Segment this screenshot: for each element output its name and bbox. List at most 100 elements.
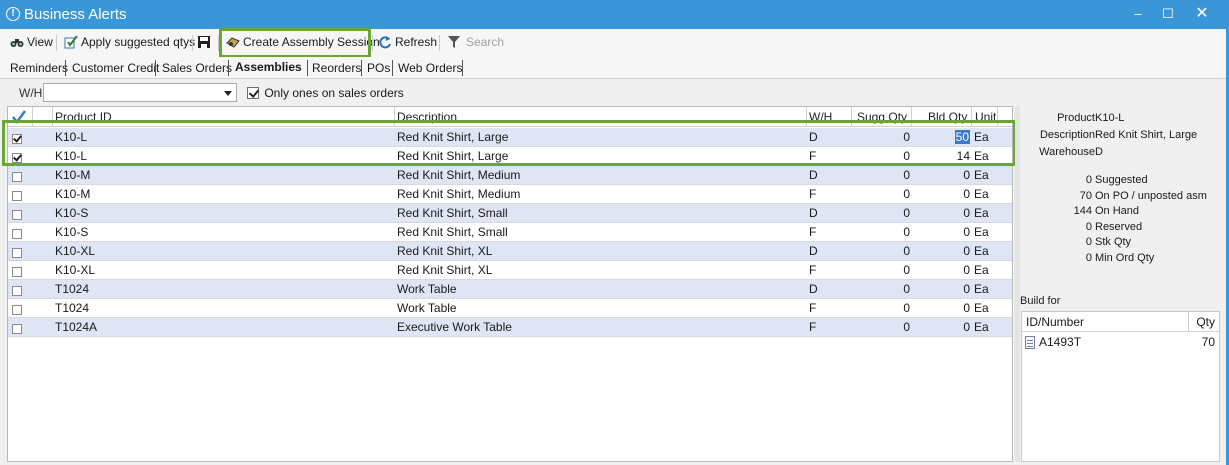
table-row[interactable]: T1024 Work Table F 0 0 Ea: [8, 299, 1012, 318]
sugg-qty-cell: 0: [903, 320, 910, 334]
detail-panel: Product K10-L Description Red Knit Shirt…: [1020, 106, 1229, 465]
checkbox[interactable]: [12, 247, 22, 258]
row-checkbox[interactable]: [12, 321, 22, 335]
table-row[interactable]: K10-XL Red Knit Shirt, XL D 0 0 Ea: [8, 242, 1012, 261]
only-sales-orders-checkbox[interactable]: [247, 86, 259, 99]
refresh-button[interactable]: Refresh: [377, 33, 437, 53]
bld-qty-cell[interactable]: 0: [914, 320, 970, 334]
table-row[interactable]: K10-M Red Knit Shirt, Medium D 0 0 Ea: [8, 166, 1012, 185]
wh-label: W/H: [19, 86, 43, 100]
save-button[interactable]: [196, 33, 210, 53]
tab-reminders[interactable]: Reminders: [7, 60, 71, 76]
tab-pos[interactable]: POs: [364, 60, 393, 76]
row-checkbox[interactable]: [12, 264, 22, 278]
bld-qty-value: 0: [963, 244, 970, 258]
table-row[interactable]: K10-S Red Knit Shirt, Small D 0 0 Ea: [8, 204, 1012, 223]
apply-label: Apply suggested qtys: [81, 35, 196, 49]
bld-qty-cell[interactable]: 0: [914, 206, 970, 220]
description-cell: Executive Work Table: [397, 320, 512, 334]
checkbox[interactable]: [12, 209, 22, 220]
filter-icon: [448, 36, 460, 48]
table-row[interactable]: K10-S Red Knit Shirt, Small F 0 0 Ea: [8, 223, 1012, 242]
window-title: Business Alerts: [24, 6, 127, 23]
row-checkbox[interactable]: [12, 302, 22, 316]
table-row[interactable]: T1024 Work Table D 0 0 Ea: [8, 280, 1012, 299]
row-checkbox[interactable]: [12, 226, 22, 240]
selected-rows-highlight: [2, 120, 1016, 166]
row-checkbox[interactable]: [12, 245, 22, 259]
table-row[interactable]: K10-M Red Knit Shirt, Medium F 0 0 Ea: [8, 185, 1012, 204]
bld-qty-cell[interactable]: 0: [914, 301, 970, 315]
build-for-row[interactable]: A1493T 70: [1022, 333, 1219, 352]
product-id-cell: T1024: [55, 282, 90, 296]
bld-qty-value: 0: [963, 187, 970, 201]
bld-qty-cell[interactable]: 0: [914, 282, 970, 296]
apply-suggested-button[interactable]: Apply suggested qtys: [63, 33, 195, 53]
sugg-qty-cell: 0: [903, 263, 910, 277]
close-button[interactable]: ✕: [1188, 4, 1216, 24]
checkbox[interactable]: [12, 323, 22, 334]
wh-cell: F: [809, 225, 817, 239]
bld-qty-cell[interactable]: 0: [914, 168, 970, 182]
description-cell: Red Knit Shirt, XL: [397, 263, 493, 277]
wh-cell: F: [809, 263, 817, 277]
tab-assemblies[interactable]: Assemblies: [232, 59, 305, 75]
minimize-button[interactable]: –: [1124, 4, 1152, 24]
table-row[interactable]: T1024A Executive Work Table F 0 0 Ea: [8, 318, 1012, 337]
sugg-qty-cell: 0: [903, 301, 910, 315]
product-id-cell: K10-S: [55, 206, 89, 220]
build-for-header: ID/Number Qty: [1022, 312, 1219, 332]
save-icon: [198, 36, 210, 48]
bld-qty-cell[interactable]: 0: [914, 187, 970, 201]
tab-customer-credit[interactable]: Customer Credit: [69, 60, 162, 76]
checkbox[interactable]: [12, 304, 22, 315]
warehouse-select[interactable]: [43, 83, 237, 102]
row-checkbox[interactable]: [12, 188, 22, 202]
checkbox[interactable]: [12, 285, 22, 296]
wh-cell: F: [809, 301, 817, 315]
checkbox[interactable]: [12, 171, 22, 182]
stat-label: Suggested: [1095, 174, 1148, 186]
view-button[interactable]: View: [9, 33, 53, 53]
unit-cell: Ea: [974, 206, 989, 220]
build-for-id: A1493T: [1039, 335, 1082, 349]
title-bar: ! Business Alerts – ☐ ✕: [0, 0, 1229, 29]
stat-value: 0: [1085, 220, 1092, 233]
sugg-qty-cell: 0: [903, 168, 910, 182]
row-checkbox[interactable]: [12, 169, 22, 183]
bld-qty-cell[interactable]: 0: [914, 263, 970, 277]
search-button[interactable]: Search: [446, 33, 504, 53]
tab-web-orders[interactable]: Web Orders: [395, 60, 465, 76]
stat-label: On PO / unposted asm: [1095, 189, 1207, 202]
build-for-label: Build for: [1020, 295, 1061, 307]
description-cell: Red Knit Shirt, Small: [397, 206, 508, 220]
checkbox[interactable]: [12, 190, 22, 201]
wh-cell: D: [809, 168, 818, 182]
stat-value: 70: [1079, 189, 1092, 202]
tab-reorders[interactable]: Reorders: [309, 60, 364, 76]
unit-cell: Ea: [974, 320, 989, 334]
tab-strip: Reminders Customer Credit Sales Orders A…: [0, 57, 1229, 79]
tab-sales-orders[interactable]: Sales Orders: [159, 60, 235, 76]
description-cell: Red Knit Shirt, Small: [397, 225, 508, 239]
unit-cell: Ea: [974, 301, 989, 315]
checkbox[interactable]: [12, 228, 22, 239]
refresh-icon: [379, 36, 391, 49]
bld-qty-cell[interactable]: 0: [914, 244, 970, 258]
bld-qty-cell[interactable]: 0: [914, 225, 970, 239]
checkbox[interactable]: [12, 266, 22, 277]
row-checkbox[interactable]: [12, 283, 22, 297]
wh-cell: F: [809, 187, 817, 201]
stat-value: 0: [1085, 236, 1092, 248]
col-id-number[interactable]: ID/Number: [1026, 315, 1084, 329]
table-row[interactable]: K10-XL Red Knit Shirt, XL F 0 0 Ea: [8, 261, 1012, 280]
unit-cell: Ea: [974, 187, 989, 201]
bld-qty-value: 0: [963, 320, 970, 334]
only-sales-orders-toggle[interactable]: Only ones on sales orders: [247, 85, 404, 100]
product-id-cell: K10-S: [55, 225, 89, 239]
col-qty[interactable]: Qty: [1196, 315, 1215, 329]
refresh-label: Refresh: [395, 35, 438, 49]
row-checkbox[interactable]: [12, 207, 22, 221]
maximize-button[interactable]: ☐: [1154, 4, 1182, 24]
stat-value: 0: [1085, 174, 1092, 186]
